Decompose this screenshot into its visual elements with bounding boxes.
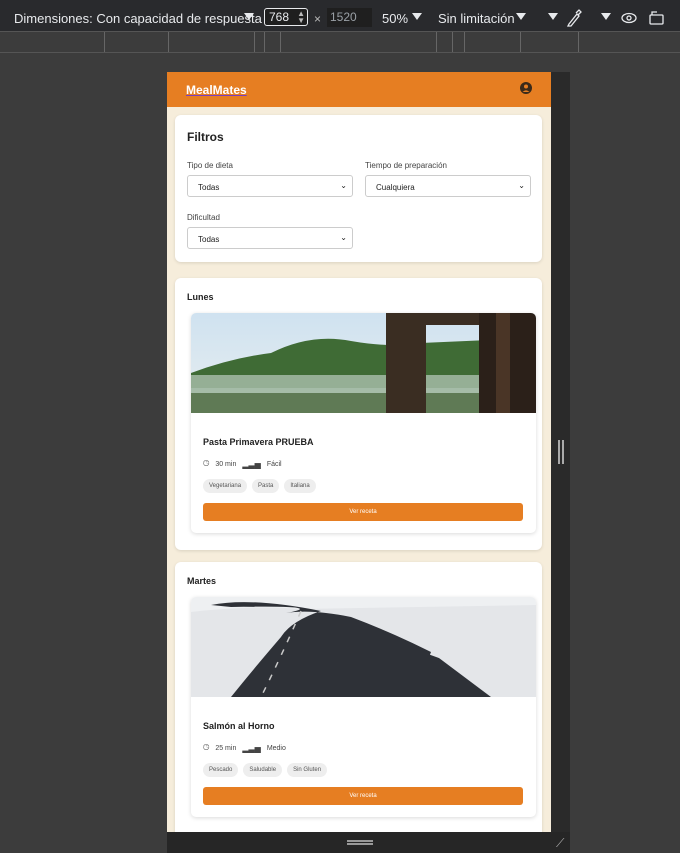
width-input[interactable]: 768 ▲ ▼: [264, 8, 308, 26]
recipe-time: 25 min: [215, 744, 237, 752]
chevron-down-icon: ⌄: [340, 233, 347, 242]
recipe-image: [191, 313, 536, 413]
tag: Sin Gluten: [287, 763, 328, 777]
recipe-card[interactable]: Pasta Primavera PRUEBA 🕒︎ 30 min ▂▃▅ Fác…: [191, 313, 536, 533]
brand-logo[interactable]: MealMates: [186, 83, 247, 97]
more-chevron-icon[interactable]: [548, 13, 558, 20]
chevron-down-icon: ⌄: [518, 181, 525, 190]
recipe-difficulty: Fácil: [266, 460, 282, 468]
resize-corner-icon[interactable]: ⟋: [556, 836, 564, 851]
prep-select[interactable]: Cualquiera ⌄: [365, 175, 531, 197]
recipe-name: Pasta Primavera PRUEBA: [203, 437, 314, 447]
clock-icon: 🕒︎: [203, 459, 210, 468]
device-viewport: MealMates Filtros Tipo de dieta Todas ⌄ …: [167, 72, 551, 832]
prep-label: Tiempo de preparación: [365, 161, 447, 170]
view-recipe-button[interactable]: Ver receta: [203, 503, 523, 521]
tag: Pasta: [252, 479, 280, 493]
day-title: Martes: [187, 576, 217, 586]
diet-value: Todas: [198, 183, 220, 192]
signal-icon: ▂▃▅: [242, 743, 261, 753]
rotate-icon[interactable]: [648, 10, 666, 26]
resize-handle-right[interactable]: [558, 440, 564, 464]
difficulty-value: Todas: [198, 235, 220, 244]
recipe-meta: 🕒︎ 25 min ▂▃▅ Medio: [203, 743, 286, 753]
width-value: 768: [269, 10, 290, 24]
throttle-dropdown[interactable]: Sin limitación: [438, 11, 515, 26]
recipe-time: 30 min: [215, 460, 237, 468]
recipe-image: [191, 597, 536, 697]
app-header: MealMates: [167, 72, 551, 107]
recipe-name: Salmón al Horno: [203, 721, 275, 731]
prep-value: Cualquiera: [376, 183, 415, 192]
day-title: Lunes: [187, 292, 214, 302]
media-query-ruler[interactable]: [0, 31, 680, 53]
eye-icon[interactable]: [620, 12, 638, 24]
difficulty-select[interactable]: Todas ⌄: [187, 227, 353, 249]
times-symbol: ×: [314, 12, 322, 26]
grip-icon[interactable]: [347, 840, 373, 845]
diet-label: Tipo de dieta: [187, 161, 233, 170]
user-icon[interactable]: [520, 82, 532, 94]
spinner-icon[interactable]: ▲ ▼: [297, 10, 305, 25]
diet-select[interactable]: Todas ⌄: [187, 175, 353, 197]
tag: Vegetariana: [203, 479, 248, 493]
dimensions-chevron-icon[interactable]: [244, 13, 254, 20]
tag: Italiana: [284, 479, 316, 493]
resize-handle-bottom[interactable]: [167, 832, 570, 853]
eyedropper-icon[interactable]: [566, 9, 582, 27]
tag-list: Pescado Saludable Sin Gluten: [203, 763, 328, 777]
recipe-difficulty: Medio: [266, 744, 286, 752]
view-recipe-button[interactable]: Ver receta: [203, 787, 523, 805]
clock-icon: 🕒︎: [203, 743, 210, 752]
day-card-lunes: Lunes Pasta Primavera PRUEBA 🕒︎ 30 min ▂…: [175, 278, 542, 550]
device-chevron-icon[interactable]: [601, 13, 611, 20]
dimensions-dropdown[interactable]: Dimensiones: Con capacidad de respuesta: [14, 11, 262, 26]
throttle-chevron-icon[interactable]: [516, 13, 526, 20]
signal-icon: ▂▃▅: [242, 459, 261, 469]
height-input[interactable]: 1520: [327, 8, 372, 27]
recipe-card[interactable]: Salmón al Horno 🕒︎ 25 min ▂▃▅ Medio Pesc…: [191, 597, 536, 817]
difficulty-label: Dificultad: [187, 213, 220, 222]
day-card-martes: Martes Salmón al Horno 🕒︎ 25 min ▂▃▅ Med…: [175, 562, 542, 832]
chevron-down-icon: ⌄: [340, 181, 347, 190]
zoom-chevron-icon[interactable]: [412, 13, 422, 20]
tag: Saludable: [243, 763, 283, 777]
tag-list: Vegetariana Pasta Italiana: [203, 479, 316, 493]
zoom-dropdown[interactable]: 50%: [382, 11, 408, 26]
filters-title: Filtros: [187, 130, 224, 144]
recipe-meta: 🕒︎ 30 min ▂▃▅ Fácil: [203, 459, 282, 469]
tag: Pescado: [203, 763, 239, 777]
filters-card: Filtros Tipo de dieta Todas ⌄ Tiempo de …: [175, 115, 542, 262]
